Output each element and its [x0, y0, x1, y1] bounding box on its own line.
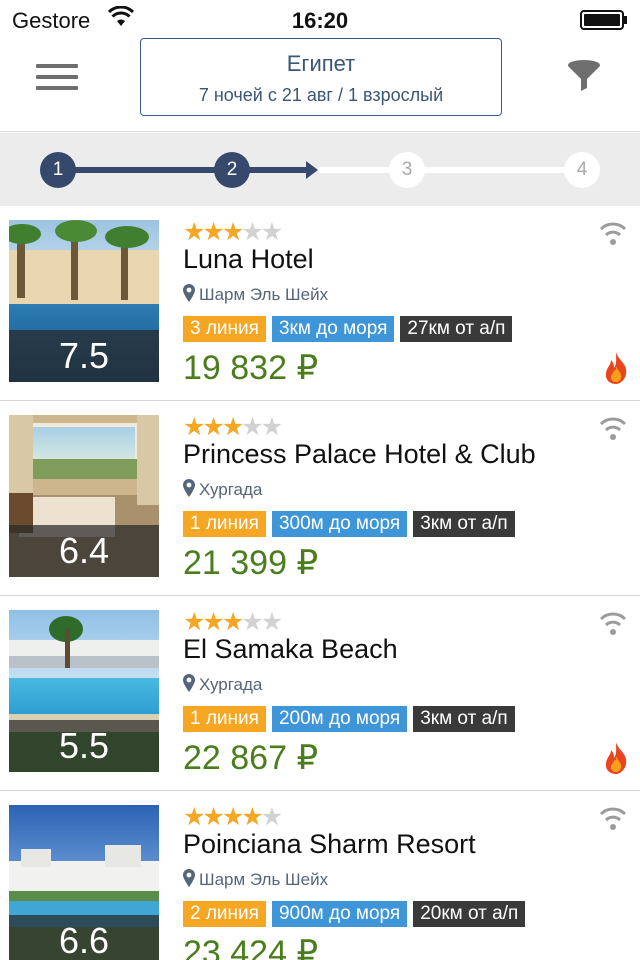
map-pin-icon [183, 869, 195, 887]
sea-distance-tag: 3км до моря [271, 316, 395, 342]
status-bar: Gestore 16:20 [0, 0, 640, 40]
beach-line-tag: 1 линия [183, 706, 266, 732]
rating-score: 5.5 [9, 720, 159, 772]
hotel-photo: 5.5 [9, 610, 159, 772]
search-details: 7 ночей с 21 авг / 1 взрослый [198, 85, 444, 105]
star-rating: ★★★★★ [183, 608, 284, 636]
wifi-icon [599, 222, 627, 245]
hotel-tags: 3 линия 3км до моря 27км от а/п [183, 316, 518, 342]
steps-progress: 1 2 3 4 [0, 133, 640, 206]
hotel-photo: 7.5 [9, 220, 159, 382]
step-1[interactable]: 1 [40, 152, 76, 188]
hotel-card[interactable]: 7.5 ★★★★★ Luna Hotel Шарм Эль Шейх 3 лин… [0, 206, 640, 401]
hotel-card[interactable]: 5.5 ★★★★★ El Samaka Beach Хургада 1 лини… [0, 596, 640, 791]
location-label: Шарм Эль Шейх [199, 285, 329, 304]
map-pin-icon [183, 479, 195, 497]
location-label: Хургада [199, 675, 263, 694]
hotel-name: Poinciana Sharm Resort [183, 829, 476, 859]
hotel-price: 23 424 ₽ [183, 934, 319, 960]
sea-distance-tag: 300м до моря [271, 511, 408, 537]
beach-line-tag: 1 линия [183, 511, 266, 537]
beach-line-tag: 2 линия [183, 901, 266, 927]
star-icon: ★ [260, 413, 284, 441]
rating-score: 6.6 [9, 915, 159, 960]
wifi-icon [599, 807, 627, 830]
rating-score: 6.4 [9, 525, 159, 577]
step-2[interactable]: 2 [214, 152, 250, 188]
star-icon: ★ [260, 803, 284, 831]
progress-line-remaining [318, 167, 580, 173]
hotel-tags: 1 линия 300м до моря 3км от а/п [183, 511, 521, 537]
hotel-card[interactable]: 6.6 ★★★★★ Poinciana Sharm Resort Шарм Эл… [0, 791, 640, 960]
hotel-location: Хургада [183, 479, 262, 500]
airport-distance-tag: 3км от а/п [413, 706, 515, 732]
fire-icon [605, 742, 627, 774]
airport-distance-tag: 20км от а/п [413, 901, 526, 927]
navigation-bar: Египет 7 ночей с 21 авг / 1 взрослый [0, 38, 640, 132]
progress-arrow [306, 161, 318, 179]
map-pin-icon [183, 284, 195, 302]
wifi-icon [599, 417, 627, 440]
hotel-price: 19 832 ₽ [183, 349, 319, 387]
star-icon: ★ [260, 608, 284, 636]
wifi-icon [599, 612, 627, 635]
hotel-location: Шарм Эль Шейх [183, 284, 328, 305]
sea-distance-tag: 200м до моря [271, 706, 408, 732]
hotel-photo: 6.4 [9, 415, 159, 577]
fire-icon [605, 352, 627, 384]
battery-icon [580, 10, 627, 30]
location-label: Шарм Эль Шейх [199, 870, 329, 889]
hotel-card[interactable]: 6.4 ★★★★★ Princess Palace Hotel & Club Х… [0, 401, 640, 596]
clock: 16:20 [291, 8, 349, 33]
hotel-photo: 6.6 [9, 805, 159, 960]
sea-distance-tag: 900м до моря [271, 901, 408, 927]
location-label: Хургада [199, 480, 263, 499]
hamburger-icon [36, 64, 78, 68]
hotel-price: 21 399 ₽ [183, 544, 319, 582]
hotel-name: Luna Hotel [183, 244, 314, 274]
step-3[interactable]: 3 [389, 152, 425, 188]
star-icon: ★ [260, 218, 284, 246]
airport-distance-tag: 27км от а/п [400, 316, 513, 342]
hotel-price: 22 867 ₽ [183, 739, 319, 777]
funnel-icon[interactable] [566, 58, 602, 94]
hotel-tags: 1 линия 200м до моря 3км от а/п [183, 706, 521, 732]
hotel-list: 7.5 ★★★★★ Luna Hotel Шарм Эль Шейх 3 лин… [0, 206, 640, 960]
star-rating: ★★★★★ [183, 803, 284, 831]
menu-button[interactable] [36, 64, 78, 94]
airport-distance-tag: 3км от а/п [413, 511, 515, 537]
hotel-name: El Samaka Beach [183, 634, 398, 664]
beach-line-tag: 3 линия [183, 316, 266, 342]
rating-score: 7.5 [9, 330, 159, 382]
destination-title: Египет [286, 51, 356, 76]
step-4[interactable]: 4 [564, 152, 600, 188]
hotel-location: Шарм Эль Шейх [183, 869, 328, 890]
hotel-name: Princess Palace Hotel & Club [183, 439, 536, 469]
progress-line-done [58, 167, 308, 173]
hotel-tags: 2 линия 900м до моря 20км от а/п [183, 901, 531, 927]
search-summary-button[interactable]: Египет 7 ночей с 21 авг / 1 взрослый [140, 38, 502, 116]
star-rating: ★★★★★ [183, 218, 284, 246]
star-rating: ★★★★★ [183, 413, 284, 441]
hotel-location: Хургада [183, 674, 262, 695]
map-pin-icon [183, 674, 195, 692]
